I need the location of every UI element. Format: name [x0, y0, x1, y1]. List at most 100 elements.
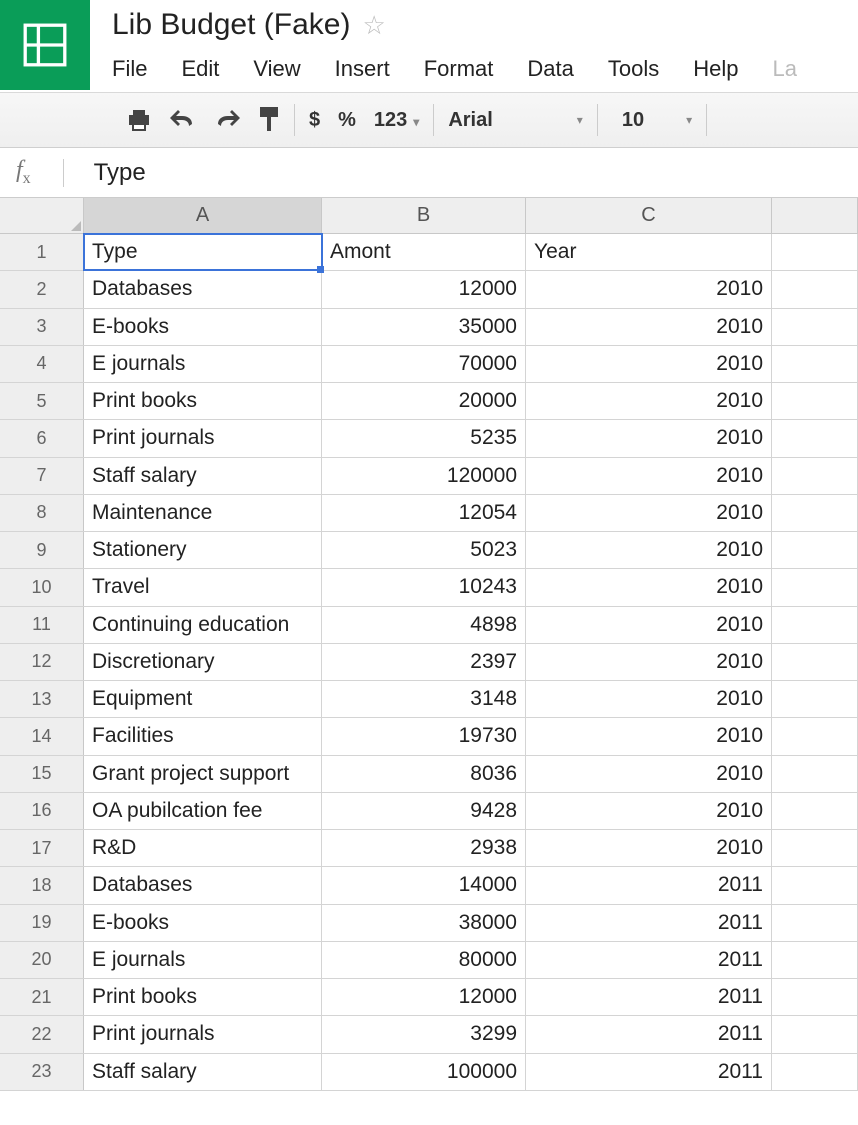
sheets-logo[interactable]	[0, 0, 90, 90]
cell[interactable]	[772, 644, 858, 680]
cell[interactable]: 2010	[526, 495, 772, 531]
row-header[interactable]: 1	[0, 234, 84, 270]
row-header[interactable]: 6	[0, 420, 84, 456]
cell[interactable]	[772, 346, 858, 382]
cell[interactable]: 5023	[322, 532, 526, 568]
row-header[interactable]: 23	[0, 1054, 84, 1090]
cell[interactable]	[772, 979, 858, 1015]
cell[interactable]	[772, 420, 858, 456]
cell[interactable]	[772, 942, 858, 978]
cell[interactable]: 80000	[322, 942, 526, 978]
cell[interactable]: 12054	[322, 495, 526, 531]
font-size-select[interactable]: 10	[612, 109, 662, 132]
cell[interactable]: E journals	[84, 942, 322, 978]
row-header[interactable]: 19	[0, 905, 84, 941]
cell[interactable]: Maintenance	[84, 495, 322, 531]
row-header[interactable]: 2	[0, 271, 84, 307]
row-header[interactable]: 22	[0, 1016, 84, 1052]
cell[interactable]: 2011	[526, 979, 772, 1015]
row-header[interactable]: 18	[0, 867, 84, 903]
menu-file[interactable]: File	[112, 56, 147, 82]
cell[interactable]: 2010	[526, 718, 772, 754]
cell[interactable]: Print journals	[84, 420, 322, 456]
percent-button[interactable]: %	[338, 109, 356, 132]
cell[interactable]: 2011	[526, 905, 772, 941]
cell[interactable]: 4898	[322, 607, 526, 643]
cell[interactable]: 2010	[526, 532, 772, 568]
cell[interactable]: 2938	[322, 830, 526, 866]
row-header[interactable]: 12	[0, 644, 84, 680]
cell[interactable]: E-books	[84, 309, 322, 345]
cell[interactable]: 2010	[526, 309, 772, 345]
cell[interactable]: Stationery	[84, 532, 322, 568]
font-family-select[interactable]: Arial	[448, 109, 552, 132]
cell[interactable]: 100000	[322, 1054, 526, 1090]
cell[interactable]	[772, 867, 858, 903]
redo-icon[interactable]	[214, 110, 240, 130]
cell[interactable]	[772, 383, 858, 419]
cell[interactable]	[772, 309, 858, 345]
cell[interactable]: 3299	[322, 1016, 526, 1052]
cell[interactable]	[772, 607, 858, 643]
cell[interactable]: Databases	[84, 867, 322, 903]
row-header[interactable]: 3	[0, 309, 84, 345]
cell[interactable]: Year	[526, 234, 772, 270]
menu-tools[interactable]: Tools	[608, 56, 659, 82]
cell[interactable]: E journals	[84, 346, 322, 382]
row-header[interactable]: 21	[0, 979, 84, 1015]
row-header[interactable]: 8	[0, 495, 84, 531]
cell[interactable]: Staff salary	[84, 1054, 322, 1090]
row-header[interactable]: 14	[0, 718, 84, 754]
cell[interactable]	[772, 532, 858, 568]
undo-icon[interactable]	[170, 110, 196, 130]
cell[interactable]: 14000	[322, 867, 526, 903]
cell[interactable]: 2010	[526, 793, 772, 829]
cell[interactable]: Print books	[84, 979, 322, 1015]
cell[interactable]: Equipment	[84, 681, 322, 717]
cell[interactable]: Print books	[84, 383, 322, 419]
cell[interactable]: 2010	[526, 644, 772, 680]
cell[interactable]	[772, 905, 858, 941]
menu-data[interactable]: Data	[527, 56, 573, 82]
cell[interactable]	[772, 271, 858, 307]
col-header-D[interactable]	[772, 198, 858, 233]
cell[interactable]: 2010	[526, 607, 772, 643]
cell[interactable]: 2010	[526, 830, 772, 866]
cell[interactable]: 2011	[526, 1054, 772, 1090]
cell[interactable]: 10243	[322, 569, 526, 605]
col-header-A[interactable]: A	[84, 198, 322, 233]
row-header[interactable]: 5	[0, 383, 84, 419]
cell[interactable]: E-books	[84, 905, 322, 941]
cell[interactable]: 2010	[526, 346, 772, 382]
doc-title[interactable]: Lib Budget (Fake)	[112, 8, 350, 42]
cell[interactable]	[772, 718, 858, 754]
menu-format[interactable]: Format	[424, 56, 494, 82]
cell[interactable]: Facilities	[84, 718, 322, 754]
cell[interactable]: 2011	[526, 1016, 772, 1052]
cell[interactable]: 35000	[322, 309, 526, 345]
cell[interactable]: 2010	[526, 420, 772, 456]
menu-insert[interactable]: Insert	[335, 56, 390, 82]
cell[interactable]: 2010	[526, 383, 772, 419]
cell[interactable]: 2010	[526, 569, 772, 605]
row-header[interactable]: 4	[0, 346, 84, 382]
cell[interactable]: Amont	[322, 234, 526, 270]
cell[interactable]	[772, 756, 858, 792]
cell[interactable]: 2010	[526, 458, 772, 494]
cell[interactable]: 2010	[526, 271, 772, 307]
cell[interactable]: 19730	[322, 718, 526, 754]
cell[interactable]: 2010	[526, 681, 772, 717]
print-icon[interactable]	[126, 109, 152, 131]
cell[interactable]: 120000	[322, 458, 526, 494]
menu-edit[interactable]: Edit	[181, 56, 219, 82]
cell[interactable]: Discretionary	[84, 644, 322, 680]
paint-format-icon[interactable]	[258, 107, 280, 133]
row-header[interactable]: 20	[0, 942, 84, 978]
select-all-corner[interactable]	[0, 198, 84, 233]
cell[interactable]	[772, 569, 858, 605]
cell[interactable]	[772, 681, 858, 717]
cell[interactable]: 9428	[322, 793, 526, 829]
col-header-B[interactable]: B	[322, 198, 526, 233]
row-header[interactable]: 13	[0, 681, 84, 717]
cell[interactable]: Databases	[84, 271, 322, 307]
